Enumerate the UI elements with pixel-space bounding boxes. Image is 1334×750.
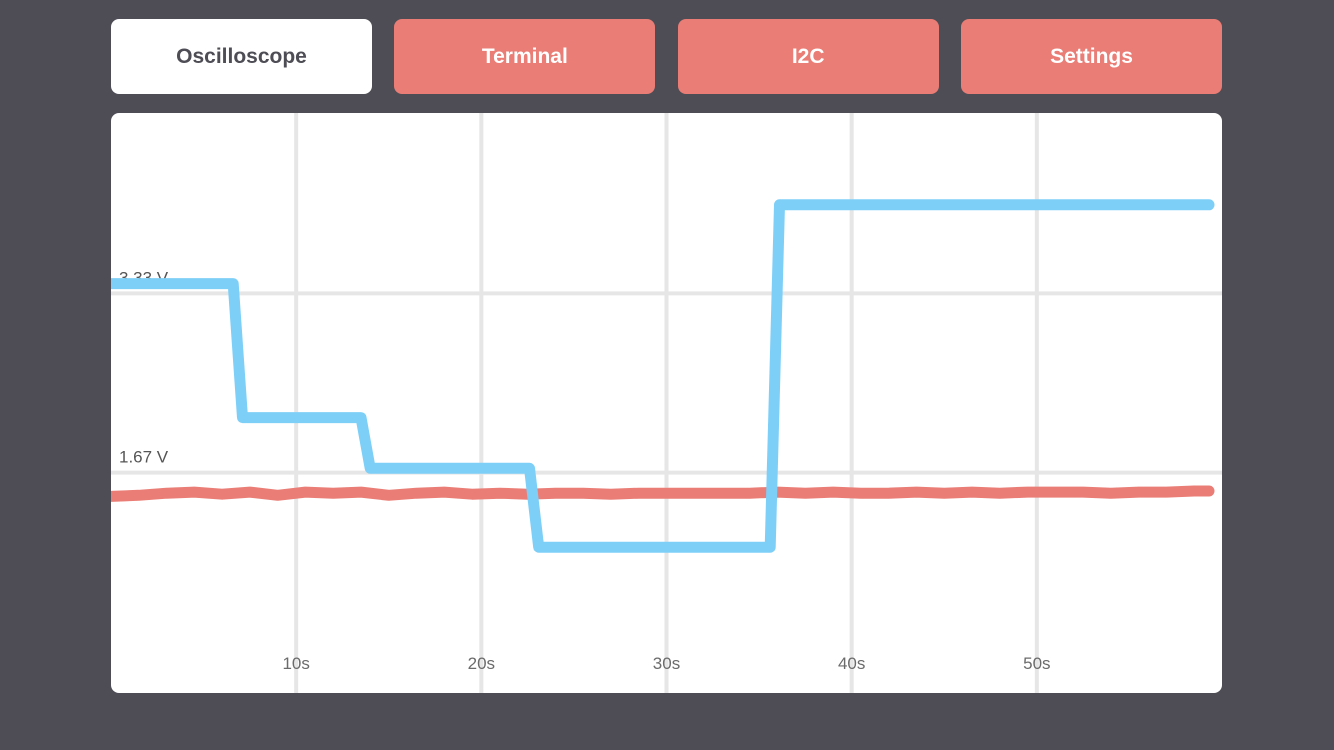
tab-bar: Oscilloscope Terminal I2C Settings (111, 19, 1222, 94)
x-tick-label-3: 40s (838, 654, 865, 673)
tab-i2c[interactable]: I2C (677, 19, 939, 94)
y-tick-label-0: 1.67 V (119, 448, 169, 467)
x-tick-label-0: 10s (282, 654, 309, 673)
series-line-1 (111, 485, 1215, 502)
x-tick-label-1: 20s (468, 654, 495, 673)
tab-terminal[interactable]: Terminal (394, 19, 656, 94)
chart-svg: 10s 20s 30s 40s 50s1.67 V3.33 V (111, 113, 1222, 693)
x-tick-label-4: 50s (1023, 654, 1050, 673)
oscilloscope-chart: 10s 20s 30s 40s 50s 1.67 V 3.33 V (111, 113, 1222, 693)
series-layer (111, 199, 1215, 553)
tab-settings[interactable]: Settings (960, 19, 1222, 94)
x-tick-label-2: 30s (653, 654, 680, 673)
tab-oscilloscope[interactable]: Oscilloscope (111, 19, 372, 94)
